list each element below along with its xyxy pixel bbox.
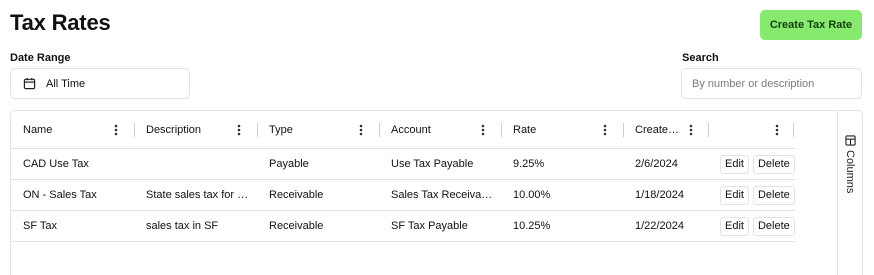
- cell-actions: Edit Delete: [720, 180, 795, 210]
- cell-type: Payable: [269, 158, 309, 170]
- cell-created: 1/18/2024: [635, 189, 684, 201]
- table-header-row: Name Description Type Account Rate Creat…: [11, 111, 795, 149]
- cell-description: sales tax in SF: [146, 220, 219, 232]
- cell-name: CAD Use Tax: [23, 158, 89, 170]
- cell-description: [146, 149, 256, 179]
- table-row[interactable]: SF Tax sales tax in SF Receivable SF Tax…: [11, 211, 795, 242]
- header-rate[interactable]: Rate: [513, 111, 536, 148]
- date-range-picker[interactable]: All Time: [10, 68, 190, 99]
- columns-panel-toggle[interactable]: Columns: [837, 111, 862, 275]
- cell-actions: Edit Delete: [720, 211, 795, 241]
- header-name[interactable]: Name: [23, 111, 52, 148]
- column-separator[interactable]: [623, 123, 624, 137]
- cell-name: ON - Sales Tax: [23, 189, 97, 201]
- delete-button[interactable]: Delete: [752, 185, 795, 205]
- cell-account: Sales Tax Receiva…: [391, 189, 493, 201]
- cell-account: Use Tax Payable: [391, 158, 474, 170]
- header-created[interactable]: Create…: [635, 111, 679, 148]
- column-separator[interactable]: [257, 123, 258, 137]
- page-title: Tax Rates: [10, 10, 111, 35]
- calendar-icon: [23, 77, 36, 90]
- search-input[interactable]: [681, 68, 862, 99]
- cell-actions: Edit Delete: [720, 149, 795, 179]
- column-menu-icon[interactable]: [354, 123, 368, 137]
- delete-button[interactable]: Delete: [752, 154, 795, 174]
- table-row[interactable]: ON - Sales Tax State sales tax for … Rec…: [11, 180, 795, 211]
- column-separator[interactable]: [379, 123, 380, 137]
- column-menu-icon[interactable]: [770, 123, 784, 137]
- column-separator[interactable]: [793, 123, 794, 137]
- cell-description: State sales tax for …: [146, 189, 249, 201]
- column-menu-icon[interactable]: [476, 123, 490, 137]
- cell-created: 1/22/2024: [635, 220, 684, 232]
- delete-button[interactable]: Delete: [752, 216, 795, 236]
- header-type[interactable]: Type: [269, 111, 293, 148]
- date-range-value: All Time: [46, 77, 86, 90]
- columns-label: Columns: [844, 150, 856, 194]
- cell-account: SF Tax Payable: [391, 220, 468, 232]
- date-range-label: Date Range: [10, 52, 71, 64]
- cell-rate: 10.25%: [513, 220, 551, 232]
- columns-icon: [844, 135, 856, 146]
- cell-type: Receivable: [269, 189, 324, 201]
- column-menu-icon[interactable]: [598, 123, 612, 137]
- search-label: Search: [682, 52, 719, 64]
- column-menu-icon[interactable]: [232, 123, 246, 137]
- tax-rates-grid: Name Description Type Account Rate Creat…: [10, 110, 863, 275]
- create-tax-rate-button[interactable]: Create Tax Rate: [760, 10, 862, 40]
- column-menu-icon[interactable]: [109, 123, 123, 137]
- grid-main: Name Description Type Account Rate Creat…: [11, 111, 795, 275]
- header-description[interactable]: Description: [146, 111, 201, 148]
- column-menu-icon[interactable]: [684, 123, 698, 137]
- column-separator[interactable]: [708, 123, 709, 137]
- column-separator[interactable]: [501, 123, 502, 137]
- cell-rate: 10.00%: [513, 189, 551, 201]
- columns-toggle-content: Columns: [844, 135, 856, 193]
- edit-button[interactable]: Edit: [720, 216, 749, 236]
- header-account[interactable]: Account: [391, 111, 431, 148]
- cell-rate: 9.25%: [513, 158, 545, 170]
- table-row[interactable]: CAD Use Tax Payable Use Tax Payable 9.25…: [11, 149, 795, 180]
- column-separator[interactable]: [134, 123, 135, 137]
- cell-name: SF Tax: [23, 220, 58, 232]
- cell-type: Receivable: [269, 220, 324, 232]
- edit-button[interactable]: Edit: [720, 154, 749, 174]
- cell-created: 2/6/2024: [635, 158, 678, 170]
- edit-button[interactable]: Edit: [720, 185, 749, 205]
